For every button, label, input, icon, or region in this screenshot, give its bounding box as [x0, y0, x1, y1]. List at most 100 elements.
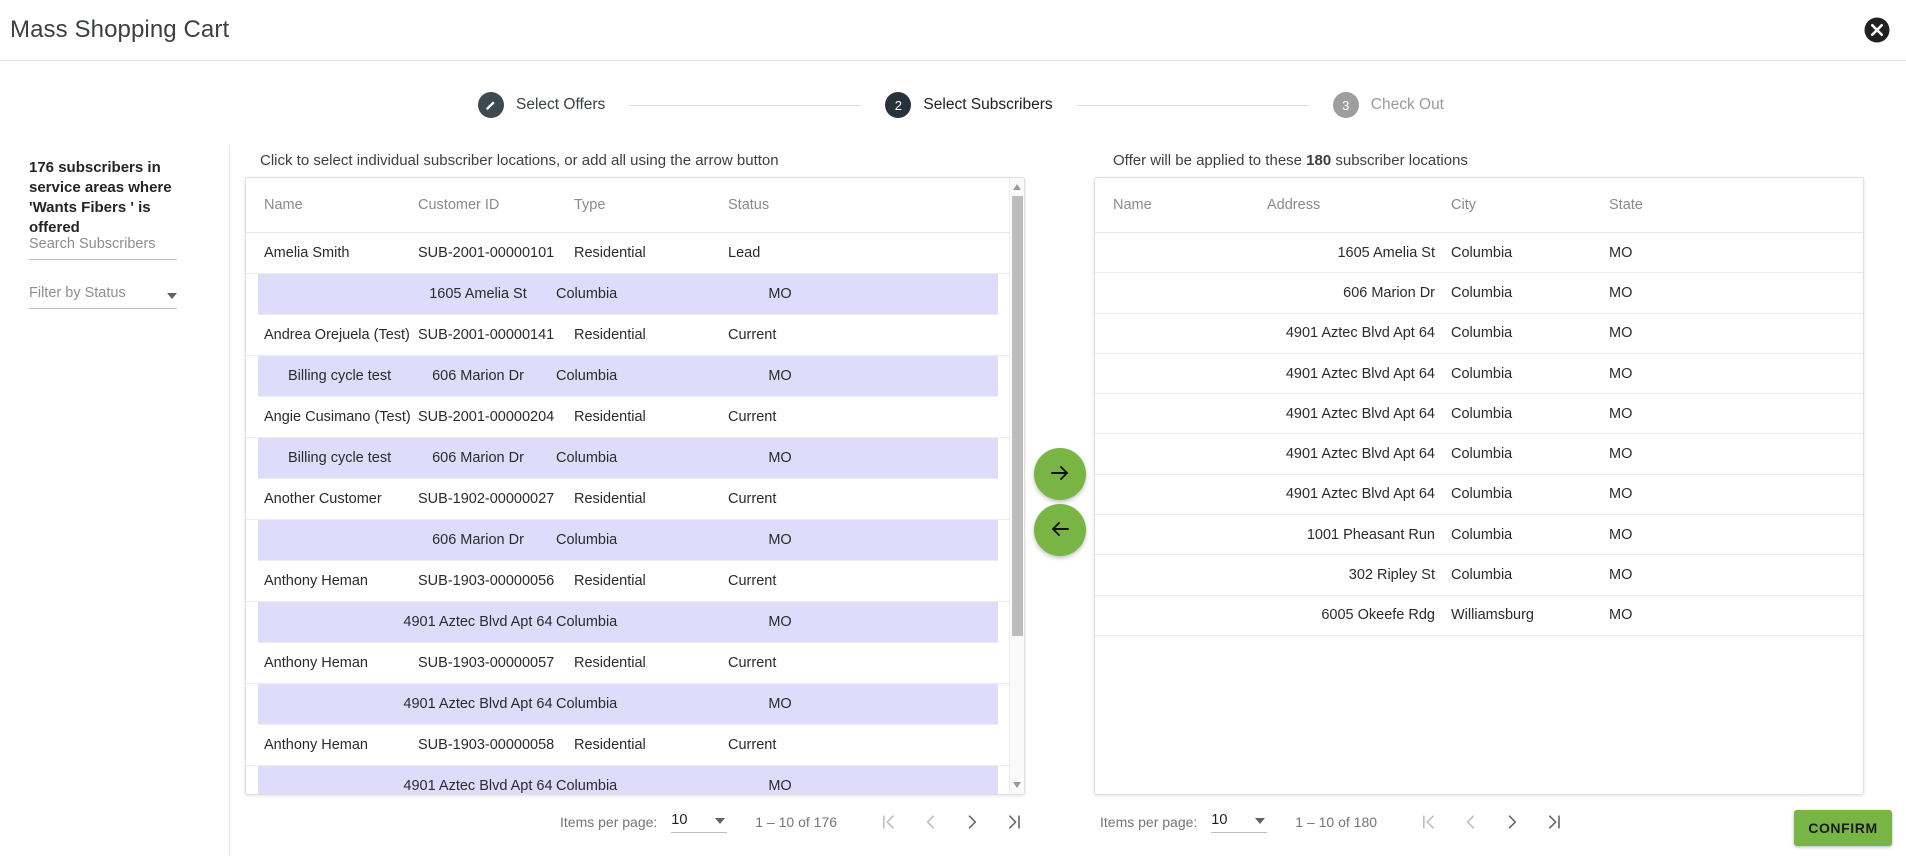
- last-page-button[interactable]: [993, 801, 1035, 843]
- filter-by-status-label: Filter by Status: [29, 285, 126, 301]
- cell-sub-name: Billing cycle test: [288, 368, 392, 384]
- cell-sub-state: MO: [768, 286, 792, 302]
- stepper-connector-2: [1076, 104, 1309, 106]
- cell-city: Williamsburg: [1451, 607, 1534, 624]
- table-subrow[interactable]: Billing cycle test 606 Marion Dr Columbi…: [258, 438, 998, 479]
- cell-type: Residential: [574, 655, 646, 671]
- cell-customer-id: SUB-1903-00000058: [418, 737, 555, 753]
- cell-customer-id: SUB-1903-00000057: [418, 655, 555, 671]
- items-per-page-select[interactable]: 10: [671, 812, 728, 833]
- cell-city: Columbia: [1451, 486, 1513, 503]
- cell-state: MO: [1609, 446, 1633, 463]
- table-subrow[interactable]: 4901 Aztec Blvd Apt 64 Columbia MO: [258, 602, 998, 643]
- step-2-label: Select Subscribers: [923, 96, 1053, 113]
- items-per-page-select[interactable]: 10: [1211, 812, 1268, 833]
- table-subrow[interactable]: Billing cycle test 606 Marion Dr Columbi…: [258, 356, 998, 397]
- table-row[interactable]: 1001 Pheasant Run Columbia MO: [1095, 515, 1863, 556]
- cell-sub-city: Columbia: [556, 696, 618, 712]
- cell-sub-city: Columbia: [556, 532, 618, 548]
- step-3-marker: 3: [1332, 92, 1359, 118]
- column-header-name: Name: [1113, 197, 1152, 213]
- previous-page-button[interactable]: [1449, 801, 1491, 843]
- cell-state: MO: [1609, 244, 1633, 261]
- page-range-label: 1 – 10 of 176: [755, 814, 838, 830]
- transfer-controls: [1034, 448, 1086, 560]
- step-select-offers[interactable]: Select Offers: [478, 92, 605, 118]
- cell-address: 1001 Pheasant Run: [1306, 526, 1435, 543]
- page-title: Mass Shopping Cart: [10, 16, 230, 43]
- last-page-button[interactable]: [1533, 801, 1575, 843]
- scroll-up-icon[interactable]: [1013, 184, 1021, 190]
- column-header-address: Address: [1267, 197, 1321, 213]
- cell-city: Columbia: [1451, 526, 1513, 543]
- table-row[interactable]: Anthony Heman SUB-1903-00000058 Resident…: [246, 725, 1024, 766]
- table-row[interactable]: Amelia Smith SUB-2001-00000101 Residenti…: [246, 233, 1024, 274]
- cell-sub-city: Columbia: [556, 614, 618, 630]
- add-all-button[interactable]: [1034, 448, 1086, 500]
- cell-sub-address: 4901 Aztec Blvd Apt 64: [403, 614, 553, 630]
- cell-status: Current: [728, 573, 777, 589]
- cell-address: 606 Marion Dr: [1343, 284, 1435, 301]
- table-row[interactable]: 1605 Amelia St Columbia MO: [1095, 233, 1863, 274]
- available-subscribers-table: Name Customer ID Type Status Amelia Smit…: [245, 177, 1025, 795]
- step-check-out[interactable]: 3 Check Out: [1332, 92, 1444, 118]
- cell-sub-name: Billing cycle test: [288, 450, 392, 466]
- search-subscribers-input[interactable]: Search Subscribers: [29, 236, 177, 260]
- close-icon[interactable]: [1862, 15, 1892, 45]
- cell-state: MO: [1609, 284, 1633, 301]
- cell-type: Residential: [574, 327, 646, 343]
- next-page-button[interactable]: [951, 801, 993, 843]
- arrow-left-icon: [1048, 517, 1072, 544]
- step-1-label: Select Offers: [516, 96, 606, 113]
- right-table-header: Name Address City State: [1095, 178, 1863, 233]
- table-row[interactable]: 6005 Okeefe Rdg Williamsburg MO: [1095, 596, 1863, 636]
- cell-customer-id: SUB-1902-00000027: [418, 491, 555, 507]
- cell-status: Current: [728, 409, 777, 425]
- right-caption-count: 180: [1306, 152, 1332, 169]
- cell-name: Amelia Smith: [264, 245, 350, 261]
- cell-state: MO: [1609, 325, 1633, 342]
- table-row[interactable]: 606 Marion Dr Columbia MO: [1095, 273, 1863, 314]
- cell-name: Anthony Heman: [264, 655, 368, 671]
- table-row[interactable]: 4901 Aztec Blvd Apt 64 Columbia MO: [1095, 354, 1863, 395]
- left-table-scrollbar[interactable]: [1009, 178, 1024, 794]
- table-subrow[interactable]: 1605 Amelia St Columbia MO: [258, 274, 998, 315]
- table-subrow[interactable]: 4901 Aztec Blvd Apt 64 Columbia MO: [258, 684, 998, 725]
- items-per-page-label: Items per page:: [560, 814, 658, 830]
- table-row[interactable]: Andrea Orejuela (Test) SUB-2001-00000141…: [246, 315, 1024, 356]
- cell-customer-id: SUB-1903-00000056: [418, 573, 555, 589]
- table-row[interactable]: Anthony Heman SUB-1903-00000056 Resident…: [246, 561, 1024, 602]
- cell-address: 4901 Aztec Blvd Apt 64: [1285, 486, 1435, 503]
- previous-page-button[interactable]: [909, 801, 951, 843]
- step-1-marker-icon: [478, 92, 504, 118]
- cell-sub-state: MO: [768, 614, 792, 630]
- left-panel-caption: Click to select individual subscriber lo…: [260, 152, 779, 169]
- table-row[interactable]: Angie Cusimano (Test) SUB-2001-00000204 …: [246, 397, 1024, 438]
- scrollbar-thumb[interactable]: [1012, 196, 1023, 636]
- column-header-city: City: [1451, 197, 1476, 213]
- column-header-state: State: [1609, 197, 1643, 213]
- table-subrow[interactable]: 4901 Aztec Blvd Apt 64 Columbia MO: [258, 766, 998, 794]
- table-row[interactable]: 302 Ripley St Columbia MO: [1095, 555, 1863, 596]
- table-row[interactable]: Another Customer SUB-1902-00000027 Resid…: [246, 479, 1024, 520]
- right-caption-prefix: Offer will be applied to these: [1113, 152, 1307, 169]
- table-row[interactable]: 4901 Aztec Blvd Apt 64 Columbia MO: [1095, 475, 1863, 516]
- first-page-button[interactable]: [1407, 801, 1449, 843]
- table-row[interactable]: 4901 Aztec Blvd Apt 64 Columbia MO: [1095, 434, 1863, 475]
- cell-state: MO: [1609, 526, 1633, 543]
- step-select-subscribers[interactable]: 2 Select Subscribers: [885, 92, 1053, 118]
- selected-locations-table: Name Address City State 1605 Amelia St C…: [1094, 177, 1864, 795]
- first-page-button[interactable]: [867, 801, 909, 843]
- table-subrow[interactable]: 606 Marion Dr Columbia MO: [258, 520, 998, 561]
- table-row[interactable]: Anthony Heman SUB-1903-00000057 Resident…: [246, 643, 1024, 684]
- table-row[interactable]: 4901 Aztec Blvd Apt 64 Columbia MO: [1095, 314, 1863, 354]
- next-page-button[interactable]: [1491, 801, 1533, 843]
- filter-by-status-select[interactable]: Filter by Status: [29, 285, 177, 309]
- cell-sub-address: 4901 Aztec Blvd Apt 64: [403, 778, 553, 794]
- table-row[interactable]: 4901 Aztec Blvd Apt 64 Columbia MO: [1095, 394, 1863, 435]
- cell-city: Columbia: [1451, 244, 1513, 261]
- cell-city: Columbia: [1451, 405, 1513, 422]
- scroll-down-icon[interactable]: [1013, 782, 1021, 788]
- remove-all-button[interactable]: [1034, 504, 1086, 556]
- confirm-button[interactable]: CONFIRM: [1794, 810, 1892, 846]
